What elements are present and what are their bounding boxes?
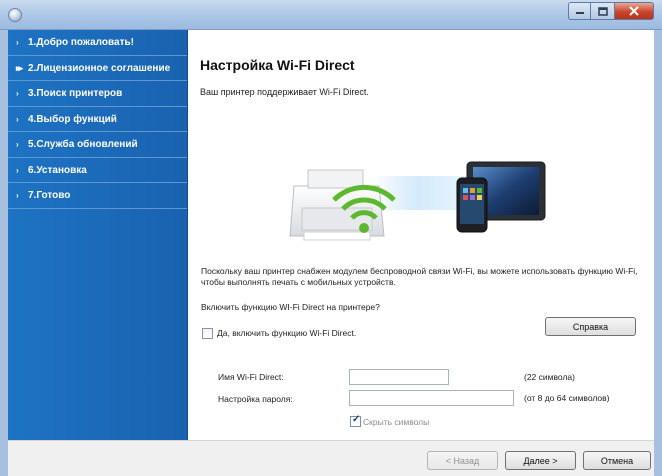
sidebar-item-label: 4.Выбор функций [28,113,117,125]
enable-wifi-direct-checkbox[interactable] [202,328,213,339]
page-title: Настройка Wi-Fi Direct [200,57,355,73]
wifi-direct-name-label: Имя Wi-Fi Direct: [218,372,284,382]
wizard-steps-sidebar: › 1.Добро пожаловать! ▸▸ 2.Лицензионное со… [8,30,188,440]
chevron-right-icon: › [16,140,19,149]
password-label: Настройка пароля: [218,394,293,404]
cancel-button[interactable]: Отмена [583,451,651,470]
double-chevron-right-icon: ▸▸ [16,62,23,73]
sidebar-item-welcome[interactable]: › 1.Добро пожаловать! [8,30,187,56]
window-title-bar[interactable] [0,0,662,30]
wizard-footer: < Назад Далее > Отмена [8,440,654,476]
window-border-left [0,30,8,476]
chevron-right-icon: › [16,114,19,124]
chevron-right-icon: › [16,38,19,47]
chevron-right-icon: › [16,165,19,175]
sidebar-item-printer-search[interactable]: › 3.Поиск принтеров [8,81,187,107]
app-icon[interactable] [8,8,22,22]
sidebar-item-license[interactable]: ▸▸ 2.Лицензионное соглашение [8,56,187,81]
sidebar-item-update-service[interactable]: › 5.Служба обновлений [8,132,187,158]
smartphone-icon [456,177,488,233]
enable-question-text: Включить функцию WI-Fi Direct на принтер… [201,302,380,312]
hide-characters-label[interactable]: Скрыть символы [363,417,429,427]
wifi-direct-setup-panel: Настройка Wi-Fi Direct Ваш принтер подде… [189,30,654,440]
page-subtitle: Ваш принтер поддерживает Wi-Fi Direct. [200,87,369,97]
sidebar-item-label: 7.Готово [28,190,71,201]
help-button[interactable]: Справка [545,317,636,336]
sidebar-item-label: 5.Служба обновлений [28,139,138,150]
close-icon[interactable] [614,2,654,20]
chevron-right-icon: › [16,191,19,200]
checkmark-icon: ✓ [352,414,361,425]
maximize-icon[interactable] [590,2,614,20]
window-border-right [654,30,662,476]
minimize-icon[interactable] [568,2,590,20]
password-input[interactable] [349,390,514,406]
hide-characters-checkbox[interactable]: ✓ [350,414,361,427]
sidebar-item-label: 1.Добро пожаловать! [28,37,134,48]
next-button[interactable]: Далее > [505,451,576,470]
enable-wifi-direct-label[interactable]: Да, включить функцию Wi-Fi Direct. [217,328,356,338]
printer-icon [289,169,385,241]
chevron-right-icon: › [16,89,19,98]
wifi-direct-illustration [289,161,546,241]
name-length-hint: (22 символа) [524,372,575,382]
sidebar-item-label: 2.Лицензионное соглашение [28,62,171,74]
password-length-hint: (от 8 до 64 символов) [524,393,610,403]
window-controls [568,2,654,20]
back-button[interactable]: < Назад [427,451,498,470]
wifi-direct-name-input[interactable] [349,369,449,385]
sidebar-item-feature-select[interactable]: › 4.Выбор функций [8,107,187,132]
sidebar-item-done[interactable]: › 7.Готово [8,183,187,209]
sidebar-item-label: 6.Установка [28,164,87,176]
wifi-description-text: Поскольку ваш принтер снабжен модулем бе… [201,266,638,287]
sidebar-item-label: 3.Поиск принтеров [28,88,123,99]
sidebar-item-install[interactable]: › 6.Установка [8,158,187,183]
